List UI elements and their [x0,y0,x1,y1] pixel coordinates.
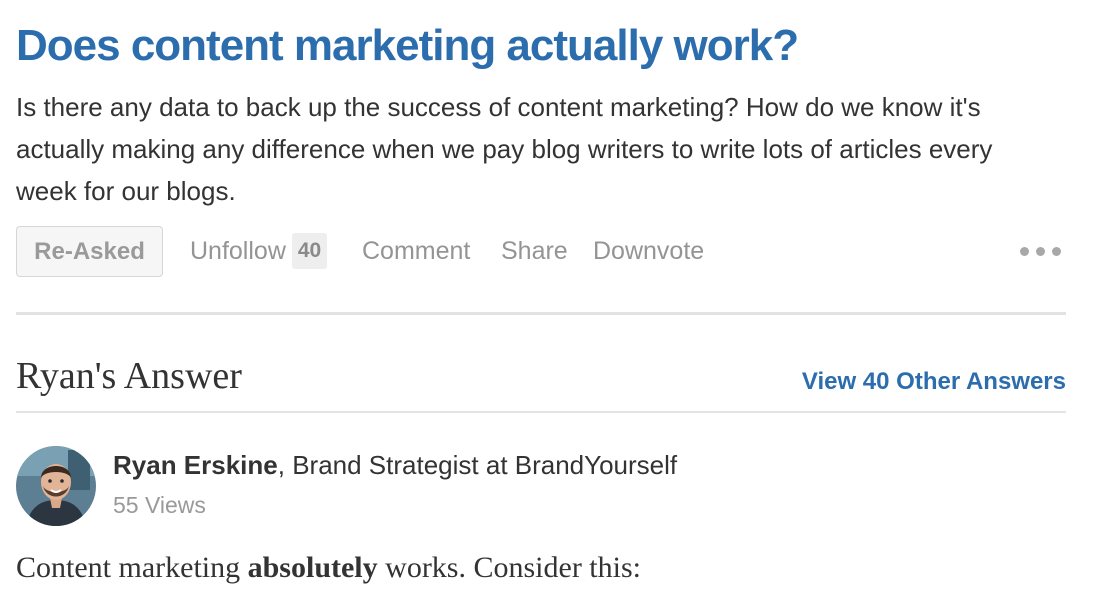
comment-button[interactable]: Comment [362,226,470,277]
answer-heading: Ryan's Answer [16,355,242,397]
author-line: Ryan Erskine, Brand Strategist at BrandY… [113,448,677,482]
section-divider [16,312,1066,315]
unfollow-label: Unfollow [190,237,286,265]
author-name[interactable]: Ryan Erskine [113,450,278,480]
author-avatar[interactable] [16,446,96,526]
downvote-button[interactable]: Downvote [593,226,704,277]
more-dots-icon[interactable] [1020,238,1066,264]
author-separator: , [277,450,293,480]
unfollow-button[interactable]: Unfollow 40 [190,226,328,277]
share-button[interactable]: Share [501,226,568,277]
author-credential: Brand Strategist at BrandYourself [292,450,678,480]
answer-divider [16,411,1066,413]
follower-count-badge: 40 [291,233,328,269]
question-title[interactable]: Does content marketing actually work? [16,18,799,74]
answer-text-end: works. Consider this: [377,551,641,584]
question-action-bar: Re-Asked Unfollow 40 Comment Share Downvo… [16,226,1066,280]
answer-text-start: Content marketing [16,551,248,584]
answer-view-count: 55 Views [113,492,206,518]
reasked-button[interactable]: Re-Asked [16,226,163,277]
answer-body: Content marketing absolutely works. Cons… [16,548,641,588]
question-details: Is there any data to back up the success… [16,92,993,206]
answer-emphasis: absolutely [247,551,378,584]
avatar-photo-icon [16,446,96,526]
view-other-answers-link[interactable]: View 40 Other Answers [802,368,1066,396]
